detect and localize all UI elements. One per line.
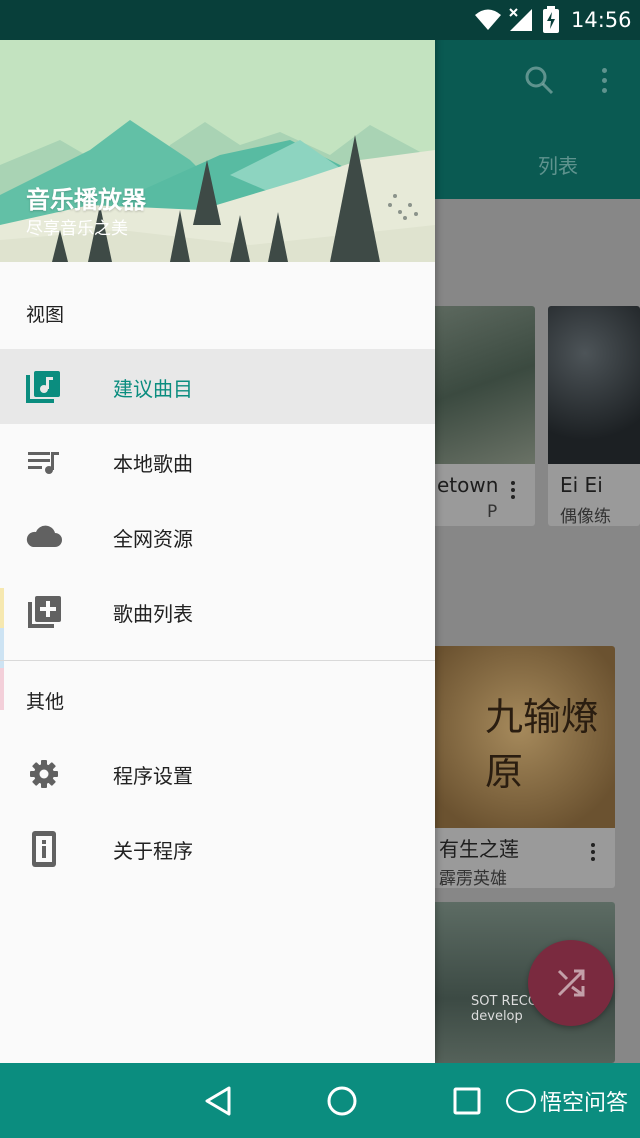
playlist-icon	[28, 452, 59, 474]
suggested-music-icon	[26, 371, 60, 403]
info-icon	[32, 831, 56, 867]
watermark-text: 悟空问答	[539, 1091, 628, 1116]
album-card[interactable]: Ei Ei 偶像练	[548, 306, 640, 526]
section-label-other: 其他	[26, 691, 65, 713]
shuffle-button[interactable]	[528, 940, 614, 1026]
album-art-text: 九输燎原	[485, 695, 600, 794]
drawer-item-label: 建议曲目	[113, 377, 193, 401]
more-options-icon[interactable]	[602, 68, 608, 93]
signal-icon	[509, 8, 532, 31]
gear-icon	[30, 760, 58, 788]
navigation-drawer: 音乐播放器 尽享音乐之美 视图 建议曲目 本地歌曲 全网资源 歌曲列表 其他 程…	[0, 0, 435, 1063]
edge-color-tab	[0, 588, 4, 628]
section-label-view: 视图	[26, 304, 65, 326]
shuffle-icon	[557, 969, 585, 997]
status-bar: 14:56	[0, 0, 640, 40]
card-menu-icon[interactable]	[591, 843, 595, 864]
recent-apps-icon[interactable]	[453, 1087, 481, 1115]
drawer-item-label: 程序设置	[113, 764, 193, 788]
drawer-item-online-resources[interactable]: 全网资源	[0, 499, 435, 574]
status-time: 14:56	[571, 8, 632, 32]
drawer-item-label: 本地歌曲	[113, 452, 193, 476]
card-menu-icon[interactable]	[511, 481, 515, 502]
home-icon[interactable]	[326, 1085, 358, 1117]
tab-list[interactable]: 列表	[538, 150, 578, 179]
album-artist: 偶像练	[560, 507, 611, 526]
drawer-item-suggested[interactable]: 建议曲目	[0, 349, 435, 424]
album-card[interactable]: 九输燎原 有生之莲 霹雳英雄	[425, 646, 615, 888]
album-art	[548, 306, 640, 464]
add-to-list-icon	[28, 596, 61, 628]
app-title: 音乐播放器	[26, 186, 146, 214]
album-title: 有生之莲	[439, 837, 519, 861]
album-title: etown	[437, 473, 499, 497]
wifi-icon	[475, 9, 501, 30]
drawer-item-about[interactable]: 关于程序	[0, 811, 435, 886]
edge-color-tab	[0, 628, 4, 668]
album-artist: 霹雳英雄	[439, 869, 507, 888]
drawer-item-label: 关于程序	[113, 839, 193, 863]
album-title: Ei Ei	[560, 473, 603, 497]
drawer-divider	[0, 660, 435, 661]
drawer-item-song-list[interactable]: 歌曲列表	[0, 574, 435, 649]
watermark: 悟空问答	[505, 1085, 628, 1117]
album-art: 九输燎原	[425, 646, 615, 828]
system-navigation-bar: 悟空问答	[0, 1063, 640, 1138]
battery-icon	[543, 6, 559, 33]
watermark-logo-icon	[505, 1089, 536, 1113]
cloud-icon	[26, 525, 62, 547]
edge-color-tab	[0, 668, 4, 710]
drawer-item-label: 全网资源	[113, 527, 193, 551]
search-icon[interactable]	[524, 65, 554, 95]
drawer-item-local-songs[interactable]: 本地歌曲	[0, 424, 435, 499]
back-icon[interactable]	[203, 1085, 233, 1117]
drawer-item-label: 歌曲列表	[113, 602, 193, 626]
album-card[interactable]: etown P	[425, 306, 535, 526]
album-artist: P	[487, 502, 498, 522]
album-art	[425, 306, 535, 464]
app-subtitle: 尽享音乐之美	[26, 219, 128, 239]
drawer-item-settings[interactable]: 程序设置	[0, 736, 435, 811]
